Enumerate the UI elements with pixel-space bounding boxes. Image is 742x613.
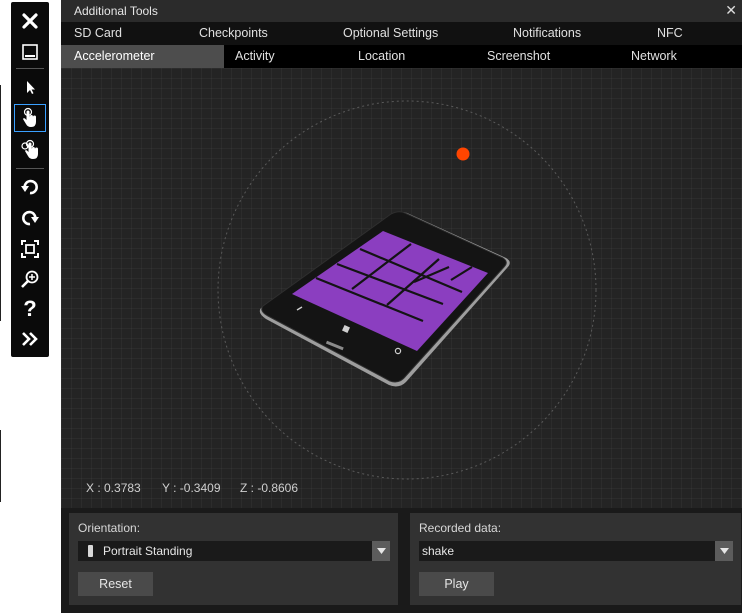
emulator-toolbar: ? [11,2,49,357]
tab-nfc[interactable]: NFC [657,22,683,45]
tab-screenshot[interactable]: Screenshot [487,45,550,68]
y-readout: Y : -0.3409 [162,481,221,495]
tab-notifications[interactable]: Notifications [513,22,581,45]
toolbar-edge [0,85,1,321]
orientation-panel: Orientation: Portrait Standing Reset [69,513,398,605]
phone-model [259,211,510,387]
recorded-data-selected: shake [422,544,455,558]
recorded-data-dropdown[interactable]: shake [419,541,733,561]
x-readout: X : 0.3783 [86,481,141,495]
orientation-selected: Portrait Standing [103,544,193,558]
tab-optional-settings[interactable]: Optional Settings [343,22,438,45]
chevron-down-icon[interactable] [372,541,390,561]
recorded-data-panel: Recorded data: shake Play [410,513,741,605]
tab-row: SD Card Checkpoints Optional Settings No… [61,22,742,45]
help-icon[interactable]: ? [14,295,46,323]
additional-tools-window: Additional Tools ✕ SD Card Checkpoints O… [61,0,742,613]
tab-activity[interactable]: Activity [235,45,275,68]
play-button[interactable]: Play [419,572,494,596]
tab-network[interactable]: Network [631,45,677,68]
close-icon[interactable]: ✕ [725,2,737,19]
tab-sd-card[interactable]: SD Card [74,22,122,45]
single-touch-icon[interactable] [14,104,46,132]
z-readout: Z : -0.8606 [240,481,299,495]
rotate-left-icon[interactable] [14,173,46,201]
tools-icon[interactable] [14,325,46,353]
multi-touch-icon[interactable] [14,136,46,164]
fit-screen-icon[interactable] [14,235,46,263]
title-bar: Additional Tools ✕ [61,0,742,22]
accelerometer-panel: X : 0.3783 Y : -0.3409 Z : -0.8606 [61,68,742,508]
close-icon[interactable] [14,7,46,35]
zoom-icon[interactable] [14,265,46,293]
orientation-dropdown[interactable]: Portrait Standing [78,541,390,561]
minimize-icon[interactable] [14,38,46,66]
gravity-indicator-dot [456,147,470,161]
arrow-pointer-icon[interactable] [14,73,46,101]
tab-accelerometer[interactable]: Accelerometer [61,45,224,68]
tab-row: Accelerometer Activity Location Screensh… [61,45,742,68]
chevron-down-icon[interactable] [715,541,733,561]
recorded-data-label: Recorded data: [419,521,502,535]
tab-location[interactable]: Location [358,45,405,68]
orientation-label: Orientation: [78,521,141,535]
tab-checkpoints[interactable]: Checkpoints [199,22,268,45]
toolbar-edge [0,430,1,502]
accelerometer-visualization [217,100,597,480]
window-title: Additional Tools [74,4,158,18]
reset-button[interactable]: Reset [78,572,153,596]
phone-portrait-icon [88,545,93,557]
rotate-right-icon[interactable] [14,204,46,232]
